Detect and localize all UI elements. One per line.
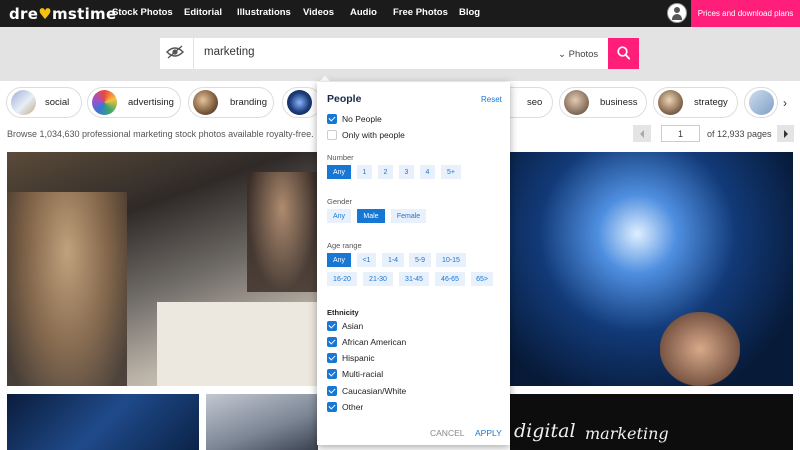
nav-illustrations[interactable]: Illustrations [237, 7, 291, 18]
number-chip-1[interactable]: 1 [357, 165, 372, 179]
top-nav: dre♥mstime Stock Photos Editorial Illust… [0, 0, 800, 27]
no-people-checkbox[interactable] [327, 114, 337, 124]
age-chip-46-65[interactable]: 46-65 [435, 272, 465, 286]
page-input[interactable] [661, 125, 700, 142]
reset-link[interactable]: Reset [481, 95, 502, 104]
age-chip-21-30[interactable]: 21-30 [363, 272, 393, 286]
age-chip-1-4[interactable]: 1-4 [382, 253, 404, 267]
tag-pill-strategy[interactable]: strategy [653, 87, 738, 118]
ethnicity-multi-racial-checkbox[interactable] [327, 369, 337, 379]
person-shape [247, 172, 317, 292]
ethnicity-section-title: Ethnicity [327, 308, 359, 317]
popover-title: People [327, 93, 362, 105]
logo[interactable]: dre♥mstime [9, 5, 116, 23]
ethnicity-other-checkbox[interactable] [327, 402, 337, 412]
tag-thumb [92, 90, 117, 115]
age-chip-any[interactable]: Any [327, 253, 351, 267]
tag-thumb [658, 90, 683, 115]
user-avatar-icon[interactable] [667, 3, 687, 23]
gender-chip-male[interactable]: Male [357, 209, 385, 223]
next-page-button[interactable] [777, 125, 794, 142]
age-chip-65plus[interactable]: 65> [471, 272, 493, 286]
search-input[interactable] [204, 46, 504, 58]
ethnicity-hispanic-checkbox[interactable] [327, 353, 337, 363]
tag-pill-partial[interactable] [282, 87, 322, 118]
result-image-chart[interactable] [206, 394, 318, 450]
result-image-digital-marketing[interactable]: digital marketing [510, 394, 793, 450]
ethnicity-african-american-checkbox[interactable] [327, 337, 337, 347]
result-image-meeting[interactable] [7, 152, 318, 386]
person-shape [7, 192, 127, 386]
nav-stock-photos[interactable]: Stock Photos [112, 7, 173, 18]
table-surface [157, 302, 318, 386]
heart-icon: ♥ [38, 5, 52, 23]
ethnicity-caucasian-label: Caucasian/White [342, 386, 407, 396]
ethnicity-african-american-label: African American [342, 337, 407, 347]
tag-pill-advertising[interactable]: advertising [87, 87, 181, 118]
nav-blog[interactable]: Blog [459, 7, 480, 18]
search-divider [193, 38, 194, 69]
ethnicity-caucasian-checkbox[interactable] [327, 386, 337, 396]
prev-page-button[interactable] [633, 125, 651, 142]
nav-audio[interactable]: Audio [350, 7, 377, 18]
number-chip-2[interactable]: 2 [378, 165, 393, 179]
ethnicity-multi-racial-label: Multi-racial [342, 369, 384, 379]
age-chip-16-20[interactable]: 16-20 [327, 272, 357, 286]
tag-pill-business[interactable]: business [559, 87, 647, 118]
tag-pill-partial-right[interactable] [744, 87, 778, 118]
prices-button[interactable]: Prices and download plans [691, 0, 800, 27]
ethnicity-asian-checkbox[interactable] [327, 321, 337, 331]
tag-pill-social[interactable]: social [6, 87, 82, 118]
age-section-title: Age range [327, 241, 362, 250]
nav-videos[interactable]: Videos [303, 7, 334, 18]
age-chip-under1[interactable]: <1 [357, 253, 376, 267]
chevron-right-icon[interactable]: › [783, 96, 787, 110]
result-image-digital-1[interactable] [7, 394, 199, 450]
number-chip-3[interactable]: 3 [399, 165, 414, 179]
gender-section-title: Gender [327, 197, 353, 206]
search-button[interactable] [608, 38, 639, 69]
gender-chip-female[interactable]: Female [391, 209, 426, 223]
tag-thumb [11, 90, 36, 115]
number-chip-4[interactable]: 4 [420, 165, 435, 179]
chevron-down-icon: ⌄ [558, 49, 566, 60]
ethnicity-asian-label: Asian [342, 321, 364, 331]
only-with-people-label: Only with people [342, 130, 405, 140]
age-chip-5-9[interactable]: 5-9 [409, 253, 431, 267]
apply-button[interactable]: APPLY [475, 428, 502, 438]
age-chip-10-15[interactable]: 10-15 [436, 253, 466, 267]
gender-chip-any[interactable]: Any [327, 209, 351, 223]
number-chip-5plus[interactable]: 5+ [441, 165, 461, 179]
type-select[interactable]: ⌄ Photos [558, 49, 598, 60]
number-chip-any[interactable]: Any [327, 165, 351, 179]
tag-thumb [749, 90, 774, 115]
number-section-title: Number [327, 153, 354, 162]
search-icon [617, 46, 630, 60]
nav-editorial[interactable]: Editorial [184, 7, 222, 18]
browse-count-text: Browse 1,034,630 professional marketing … [7, 129, 314, 139]
age-chip-31-45[interactable]: 31-45 [399, 272, 429, 286]
only-with-people-checkbox[interactable] [327, 130, 337, 140]
ethnicity-hispanic-label: Hispanic [342, 353, 375, 363]
tag-thumb [193, 90, 218, 115]
hand-shape [660, 312, 740, 386]
tag-thumb [564, 90, 589, 115]
tag-thumb [287, 90, 312, 115]
ethnicity-other-label: Other [342, 402, 364, 412]
result-image-lightbulb[interactable] [510, 152, 793, 386]
no-people-label: No People [342, 114, 382, 124]
cancel-button[interactable]: CANCEL [430, 428, 464, 438]
nav-free-photos[interactable]: Free Photos [393, 7, 448, 18]
tag-pill-branding[interactable]: branding [188, 87, 274, 118]
eye-icon[interactable] [166, 45, 184, 59]
page-total: of 12,933 pages [707, 129, 772, 139]
